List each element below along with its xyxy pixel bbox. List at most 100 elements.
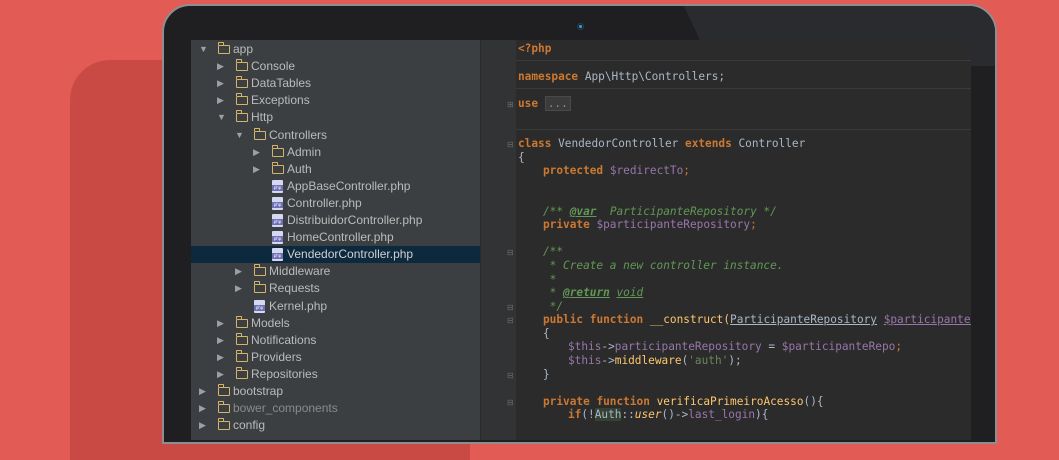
folder-icon (253, 264, 266, 277)
folder-icon (235, 76, 248, 89)
tree-folder-row[interactable]: ▶ Exceptions (191, 92, 480, 109)
code-editor[interactable]: <?php namespace App\Http\Controllers; us… (516, 40, 971, 440)
brace: { (543, 327, 550, 340)
folder-icon (253, 127, 266, 140)
tree-folder-row[interactable]: ▶ Middleware (191, 263, 480, 280)
camera-icon (577, 23, 584, 30)
code-line-middleware: $this->middleware('auth'); (568, 354, 742, 367)
fold-marker-icon[interactable]: ⊟ (507, 304, 514, 312)
parens: (){ (803, 395, 824, 408)
tree-item-label: Repositories (251, 366, 318, 381)
tree-file-row[interactable]: VendedorController.php (191, 246, 480, 264)
method-user: user (634, 408, 662, 421)
fold-marker-icon[interactable]: ⊟ (507, 399, 514, 407)
tree-item-label: Kernel.php (269, 298, 328, 313)
variable-redirect: $redirectTo (609, 164, 684, 177)
code-line-private: private $participanteRepository; (543, 218, 757, 232)
expand-arrow-down-icon[interactable]: ▼ (235, 127, 245, 144)
keyword-namespace: namespace (518, 70, 579, 83)
keyword-if: if (568, 408, 582, 421)
fold-marker-icon[interactable]: ⊟ (507, 372, 514, 380)
tree-folder-row[interactable]: ▶ Providers (191, 349, 480, 366)
tree-folder-row[interactable]: ▶ Admin (191, 144, 480, 161)
keyword-class: class (518, 137, 552, 150)
tree-file-row[interactable]: AppBaseController.php (191, 178, 480, 195)
doc-return-type: void (616, 286, 644, 299)
code-line-if: if(!Auth::user()->last_login){ (568, 408, 769, 421)
semicolon: ; (895, 340, 902, 353)
expand-arrow-right-icon[interactable]: ▶ (217, 349, 227, 366)
tree-folder-row[interactable]: ▼ Controllers (191, 127, 480, 144)
expand-arrow-right-icon[interactable]: ▶ (253, 144, 263, 161)
fold-marker-icon[interactable]: ⊟ (507, 141, 514, 149)
php-file-icon (272, 196, 283, 210)
expand-arrow-right-icon[interactable]: ▶ (199, 400, 209, 417)
expand-arrow-down-icon[interactable]: ▼ (217, 109, 227, 126)
brace: } (543, 368, 550, 381)
tree-folder-row[interactable]: ▶ Auth (191, 161, 480, 178)
expand-arrow-right-icon[interactable]: ▶ (217, 366, 227, 383)
keyword-extends: extends (685, 137, 732, 150)
code-line-brace: { (543, 327, 550, 341)
tree-folder-row[interactable]: ▶ Repositories (191, 366, 480, 383)
expand-arrow-right-icon[interactable]: ▶ (217, 332, 227, 349)
tree-folder-row[interactable]: ▶ Notifications (191, 332, 480, 349)
tree-item-label: Controller.php (287, 195, 362, 210)
expand-arrow-right-icon[interactable]: ▶ (217, 92, 227, 109)
tree-folder-row[interactable]: ▼ Http (191, 109, 480, 126)
php-file-icon (272, 179, 283, 193)
folder-icon (235, 59, 248, 72)
keyword-private: private (543, 218, 590, 231)
code-line-brace: { (518, 151, 525, 165)
php-file-icon (272, 231, 283, 245)
expand-arrow-down-icon[interactable]: ▼ (199, 41, 209, 58)
code-line-brace-close: } (543, 368, 550, 382)
tree-folder-row[interactable]: ▶ config (191, 417, 480, 434)
close-paren: ); (728, 354, 742, 367)
semicolon: ; (750, 218, 757, 231)
folded-imports[interactable]: ... (544, 96, 571, 111)
code-line-doc-close: */ (543, 300, 563, 314)
tree-folder-row[interactable]: ▶ DataTables (191, 75, 480, 92)
fold-marker-icon[interactable]: ⊟ (507, 249, 514, 257)
expand-arrow-right-icon[interactable]: ▶ (235, 280, 245, 297)
variable-assign: $participanteRepo (781, 340, 896, 353)
tree-file-row[interactable]: DistribuidorController.php (191, 212, 480, 229)
folder-icon (253, 281, 266, 294)
tree-item-label: DataTables (251, 76, 312, 91)
tree-folder-row[interactable]: ▶ bootstrap (191, 383, 480, 400)
tree-folder-row[interactable]: ▼ app (191, 41, 480, 58)
fold-marker-icon[interactable]: ⊞ (507, 101, 514, 109)
tree-item-label: Http (251, 110, 274, 125)
tree-item-label: Controllers (269, 127, 328, 142)
tree-folder-row[interactable]: ▶ bower_components (191, 400, 480, 417)
folder-icon (217, 42, 230, 54)
tree-item-label: Notifications (251, 332, 317, 347)
class-auth: Auth (594, 408, 622, 421)
tree-file-row[interactable]: Kernel.php (191, 298, 480, 315)
expand-arrow-right-icon[interactable]: ▶ (253, 161, 263, 178)
variable-this: $this (568, 354, 602, 367)
tree-item-label: config (233, 418, 266, 433)
expand-arrow-right-icon[interactable]: ▶ (199, 417, 209, 434)
code-line-doc-return: * @return void (543, 286, 644, 300)
folder-icon (217, 401, 230, 414)
tree-file-row[interactable]: Controller.php (191, 195, 480, 212)
tree-folder-row[interactable]: ▶ Models (191, 315, 480, 332)
doc-tag-return: @return (563, 286, 610, 299)
code-line-doc-1: * Create a new controller instance. (543, 259, 784, 273)
tree-file-row[interactable]: HomeController.php (191, 229, 480, 246)
code-line-use: use ... (518, 96, 571, 111)
tree-folder-row[interactable]: ▶ Console (191, 58, 480, 75)
tree-folder-row[interactable]: ▶ Requests (191, 280, 480, 297)
expand-arrow-right-icon[interactable]: ▶ (199, 383, 209, 400)
expand-arrow-right-icon[interactable]: ▶ (217, 75, 227, 92)
project-tree: ▼ app ▶ Console ▶ DataTables ▶ Exceptions ▼ Http ▼… (191, 40, 480, 440)
property-last-login: last_login (688, 408, 756, 421)
expand-arrow-right-icon[interactable]: ▶ (235, 263, 245, 280)
expand-arrow-right-icon[interactable]: ▶ (217, 315, 227, 332)
expand-arrow-right-icon[interactable]: ▶ (217, 58, 227, 75)
tree-item-label: Middleware (269, 264, 331, 279)
folder-icon (271, 144, 284, 157)
fold-marker-icon[interactable]: ⊟ (507, 317, 514, 325)
